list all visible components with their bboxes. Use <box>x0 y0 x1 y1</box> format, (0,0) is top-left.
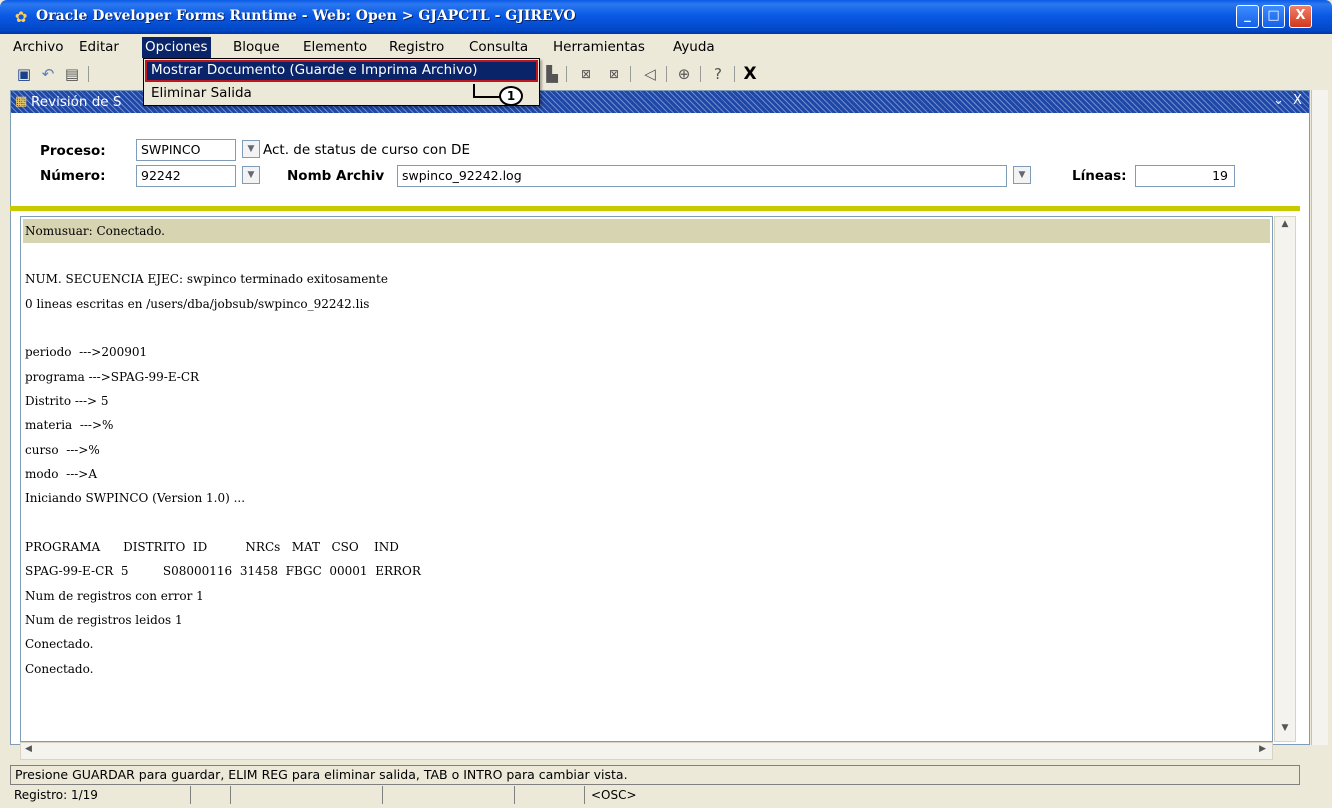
target-icon[interactable]: ⊕ <box>674 64 694 84</box>
nomb-archiv-label: Nomb Archiv <box>287 168 385 184</box>
scroll-up-icon[interactable]: ▲ <box>1277 219 1293 235</box>
log-line: 0 lineas escritas en /users/dba/jobsub/s… <box>25 297 370 311</box>
menu-bloque[interactable]: Bloque <box>230 37 283 58</box>
log-line: Num de registros con error 1 <box>25 589 204 603</box>
scroll-down-icon[interactable]: ▼ <box>1277 723 1293 739</box>
toolbar-separator <box>734 66 735 82</box>
menu-opciones[interactable]: Opciones <box>142 37 211 58</box>
toolbar-separator <box>700 66 701 82</box>
form-window-icon: ▦ <box>15 94 28 109</box>
scroll-left-icon[interactable]: ◀ <box>25 744 32 754</box>
minimize-button[interactable]: _ <box>1236 5 1259 28</box>
proceso-label: Proceso: <box>40 143 106 159</box>
log-line: Conectado. <box>25 637 94 651</box>
inner-window-title: Revisión de S <box>31 94 122 110</box>
window-vertical-scrollbar[interactable] <box>1311 90 1328 745</box>
status-message: Presione GUARDAR para guardar, ELIM REG … <box>10 765 1300 785</box>
log-line: SPAG-99-E-CR 5 S08000116 31458 FBGC 0000… <box>25 564 421 578</box>
lineas-field[interactable]: 19 <box>1135 165 1235 187</box>
print-icon[interactable]: ▙ <box>542 64 562 84</box>
proceso-lov-button[interactable]: ▼ <box>242 140 260 158</box>
status-cell <box>230 786 380 804</box>
cut-icon[interactable]: ⊠ <box>604 64 624 84</box>
close-button[interactable]: X <box>1289 5 1312 28</box>
rollback-icon[interactable]: ↶ <box>38 64 58 84</box>
osc-indicator: <OSC> <box>584 786 637 804</box>
annotation-line <box>473 96 501 98</box>
annotation-number: 1 <box>499 86 523 106</box>
exit-icon[interactable]: X <box>740 64 760 84</box>
save-icon[interactable]: ▣ <box>14 64 34 84</box>
log-line: PROGRAMA DISTRITO ID NRCs MAT CSO IND <box>25 540 399 554</box>
log-line: Iniciando SWPINCO (Version 1.0) ... <box>25 491 246 505</box>
log-line: NUM. SECUENCIA EJEC: swpinco terminado e… <box>25 272 388 286</box>
menu-herramientas[interactable]: Herramientas <box>550 37 648 58</box>
oracle-app-icon: ✿ <box>14 8 28 26</box>
window-titlebar: ✿ Oracle Developer Forms Runtime - Web: … <box>0 0 1332 34</box>
menu-editar[interactable]: Editar <box>76 37 122 58</box>
numero-lov-button[interactable]: ▼ <box>242 166 260 184</box>
menu-consulta[interactable]: Consulta <box>466 37 531 58</box>
inner-minimize-button[interactable]: ⌄ <box>1273 93 1284 108</box>
log-line: modo --->A <box>25 467 98 481</box>
toolbar-separator <box>88 66 89 82</box>
annotation-marker: 1 <box>473 84 523 106</box>
log-horizontal-scrollbar[interactable]: ◀ ▶ <box>20 742 1273 760</box>
log-line: Num de registros leidos 1 <box>25 613 183 627</box>
toolbar-separator <box>666 66 667 82</box>
inner-close-button[interactable]: X <box>1293 93 1302 108</box>
volume-icon[interactable]: ◁ <box>640 64 660 84</box>
nomb-archiv-field[interactable]: swpinco_92242.log <box>397 165 1007 187</box>
document-icon[interactable]: ▤ <box>62 64 82 84</box>
lineas-label: Líneas: <box>1072 168 1127 184</box>
log-line: curso --->% <box>25 443 100 457</box>
log-line: materia --->% <box>25 418 114 432</box>
menu-elemento[interactable]: Elemento <box>300 37 370 58</box>
numero-label: Número: <box>40 168 106 184</box>
log-line: Distrito ---> 5 <box>25 394 109 408</box>
menu-item-mostrar-documento[interactable]: Mostrar Documento (Guarde e Imprima Arch… <box>145 60 538 82</box>
nomb-archiv-lov-button[interactable]: ▼ <box>1013 166 1031 184</box>
proceso-field[interactable]: SWPINCO <box>136 139 236 161</box>
menu-registro[interactable]: Registro <box>386 37 447 58</box>
section-divider <box>10 206 1300 211</box>
status-cell <box>514 786 584 804</box>
log-textarea[interactable]: Nomusuar: Conectado. NUM. SECUENCIA EJEC… <box>20 216 1273 742</box>
status-cell <box>382 786 514 804</box>
help-icon[interactable]: ? <box>708 64 728 84</box>
log-line: Conectado. <box>25 662 94 676</box>
menu-archivo[interactable]: Archivo <box>10 37 66 58</box>
window-title: Oracle Developer Forms Runtime - Web: Op… <box>36 8 576 24</box>
record-counter: Registro: 1/19 <box>14 788 98 802</box>
current-line-highlight <box>23 219 1270 243</box>
menu-bar: Archivo Editar Opciones Bloque Elemento … <box>10 37 1322 58</box>
numero-field[interactable]: 92242 <box>136 165 236 187</box>
maximize-button[interactable]: □ <box>1262 5 1285 28</box>
log-line: periodo --->200901 <box>25 345 148 359</box>
log-line: Nomusuar: Conectado. <box>25 224 165 238</box>
menu-ayuda[interactable]: Ayuda <box>670 37 718 58</box>
toolbar-separator <box>566 66 567 82</box>
clear-icon[interactable]: ⊠ <box>576 64 596 84</box>
scroll-right-icon[interactable]: ▶ <box>1259 744 1266 754</box>
log-vertical-scrollbar[interactable]: ▲ ▼ <box>1274 216 1296 742</box>
status-cell <box>190 786 218 804</box>
toolbar-separator <box>630 66 631 82</box>
proceso-description: Act. de status de curso con DE <box>263 142 470 158</box>
log-line: programa --->SPAG-99-E-CR <box>25 370 200 384</box>
status-bar: Registro: 1/19 <OSC> <box>10 786 1300 806</box>
